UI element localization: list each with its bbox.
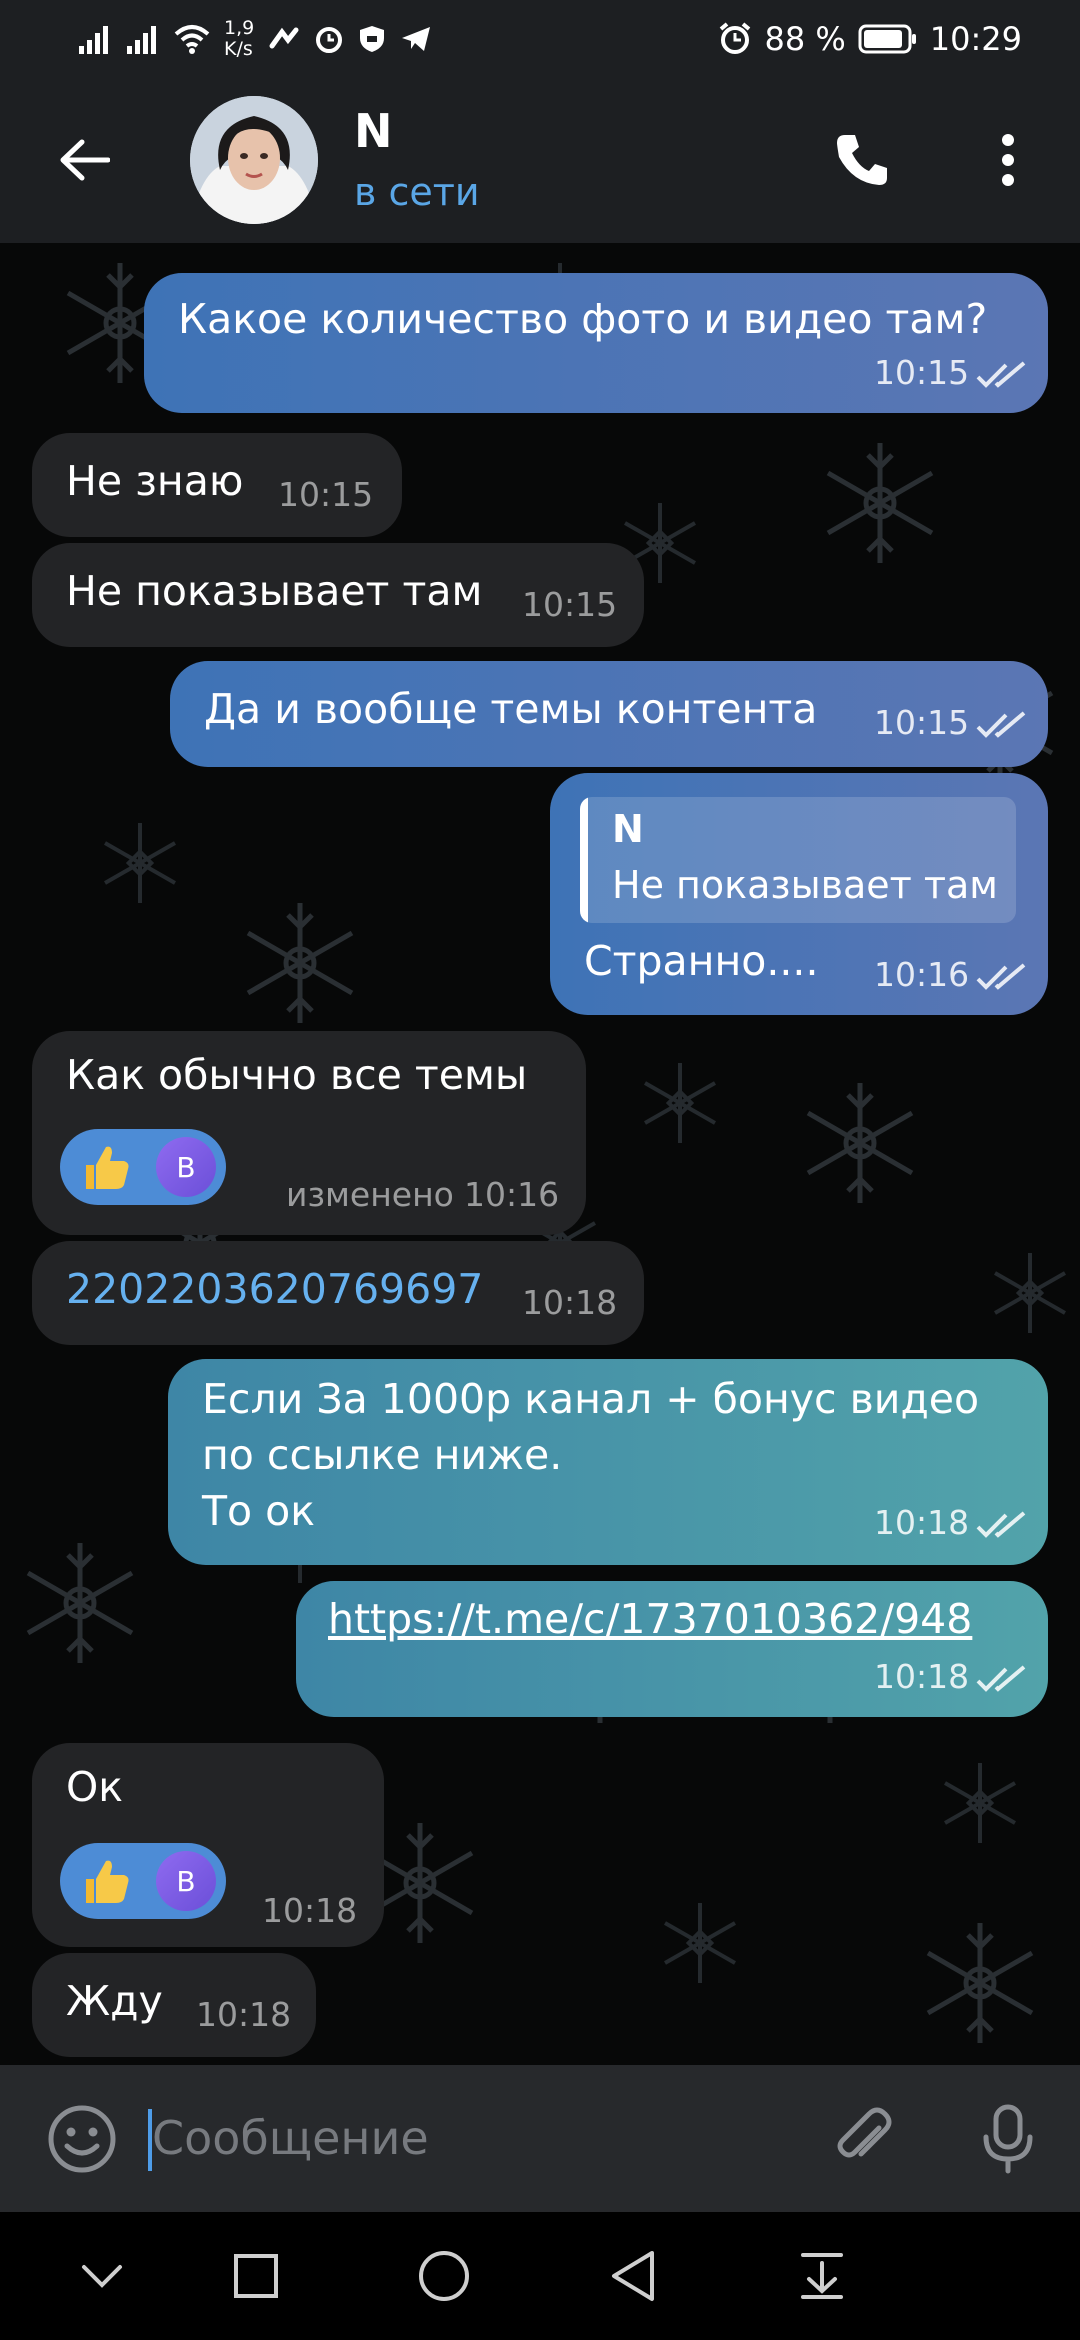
- reply-quoted-text: Не показывает там: [612, 863, 998, 907]
- message-incoming[interactable]: Жду 10:18: [32, 1953, 316, 2057]
- message-composer: [0, 2065, 1080, 2212]
- more-vertical-icon: [1002, 134, 1014, 186]
- message-edited-label: изменено: [286, 1175, 454, 1214]
- telegram-notification-icon: [402, 27, 431, 51]
- nav-notifications-button[interactable]: [786, 2240, 858, 2312]
- message-text: Жду: [66, 1977, 163, 2025]
- back-button[interactable]: [44, 120, 124, 200]
- battery-icon: [858, 24, 916, 54]
- triangle-back-icon: [612, 2251, 654, 2301]
- reaction-chip[interactable]: B: [60, 1129, 226, 1205]
- signal-icon: [79, 26, 108, 54]
- message-text: Как обычно все темы: [66, 1051, 528, 1099]
- voice-record-button[interactable]: [970, 2101, 1046, 2177]
- attach-button[interactable]: [826, 2101, 902, 2177]
- message-time: 10:16: [874, 955, 970, 994]
- pull-down-icon: [801, 2253, 843, 2299]
- message-time: 10:18: [874, 1657, 970, 1696]
- double-check-icon: [976, 963, 1026, 990]
- message-text: Не знаю: [66, 457, 244, 505]
- chat-header: N в сети: [0, 78, 1080, 243]
- reply-author: N: [612, 807, 644, 851]
- network-speed-unit: K/s: [224, 38, 253, 60]
- call-button[interactable]: [822, 120, 902, 200]
- message-incoming[interactable]: 2202203620769697 10:18: [32, 1241, 644, 1345]
- message-time: 10:18: [874, 1503, 970, 1542]
- nav-back-button[interactable]: [596, 2240, 668, 2312]
- emoji-button[interactable]: [44, 2101, 120, 2177]
- app-notification-icon: [269, 27, 299, 49]
- message-text: Не показывает там: [66, 567, 483, 615]
- message-time: 10:16: [464, 1175, 560, 1214]
- network-speed: 1,9 K/s: [224, 18, 254, 60]
- contact-online-status: в сети: [354, 170, 480, 214]
- message-url-link[interactable]: https://t.me/c/1737010362/948: [328, 1591, 972, 1648]
- message-input[interactable]: [152, 2103, 792, 2173]
- double-check-icon: [976, 711, 1026, 738]
- message-time: 10:18: [196, 1995, 292, 2034]
- message-time: 10:15: [874, 353, 970, 392]
- reply-preview[interactable]: N Не показывает там: [580, 797, 1016, 923]
- paperclip-icon: [837, 2107, 892, 2158]
- message-outgoing[interactable]: Да и вообще темы контента 10:15: [170, 661, 1048, 767]
- status-bar: 1,9 K/s 88 % 10:29: [0, 0, 1080, 78]
- message-text: Да и вообще темы контента: [204, 685, 818, 733]
- message-number-link[interactable]: 2202203620769697: [66, 1261, 483, 1318]
- message-incoming[interactable]: Не показывает там 10:15: [32, 543, 644, 647]
- shield-notification-icon: [360, 26, 385, 52]
- message-outgoing[interactable]: Какое количество фото и видео там? 10:15: [144, 273, 1048, 413]
- more-options-button[interactable]: [968, 120, 1048, 200]
- double-check-icon: [976, 1511, 1026, 1538]
- signal-icon-sim2: [127, 26, 156, 54]
- reaction-user-avatar: B: [156, 1851, 216, 1911]
- smiley-icon: [48, 2105, 116, 2173]
- network-speed-value: 1,9: [224, 17, 255, 39]
- reaction-chip[interactable]: B: [60, 1843, 226, 1919]
- battery-percent: 88 %: [764, 20, 846, 58]
- message-time: 10:18: [262, 1891, 358, 1930]
- contact-avatar[interactable]: [190, 96, 318, 224]
- alarm-icon: [720, 22, 751, 54]
- double-check-icon: [976, 361, 1026, 388]
- thumbs-up-icon: [86, 1146, 129, 1189]
- message-time: 10:15: [278, 475, 374, 514]
- message-incoming[interactable]: Ок B 10:18: [32, 1743, 384, 1947]
- circle-icon: [419, 2251, 469, 2301]
- message-time: 10:15: [522, 585, 618, 624]
- double-check-icon: [976, 1665, 1026, 1692]
- reaction-user-avatar: B: [156, 1137, 216, 1197]
- avatar-photo: [190, 96, 318, 224]
- message-incoming[interactable]: Не знаю 10:15: [32, 433, 402, 537]
- message-time: 10:15: [874, 703, 970, 742]
- contact-name[interactable]: N: [354, 104, 393, 158]
- message-text-line: Если За 1000р канал + бонус видео: [202, 1375, 980, 1423]
- nav-home-button[interactable]: [408, 2240, 480, 2312]
- message-text: Какое количество фото и видео там?: [178, 295, 988, 343]
- phone-icon: [837, 135, 887, 185]
- microphone-icon: [983, 2104, 1033, 2174]
- reply-accent-bar: [580, 797, 588, 923]
- message-incoming[interactable]: Как обычно все темы B изменено 10:16: [32, 1031, 586, 1235]
- arrow-left-icon: [60, 139, 110, 181]
- wifi-icon: [174, 25, 210, 54]
- message-outgoing-reply[interactable]: N Не показывает там Странно.... 10:16: [550, 773, 1048, 1015]
- message-outgoing[interactable]: Если За 1000р канал + бонус видео по ссы…: [168, 1359, 1048, 1565]
- message-text: Странно....: [584, 937, 819, 985]
- system-navigation-bar: [0, 2212, 1080, 2340]
- message-text-line: по ссылке ниже.: [202, 1431, 563, 1479]
- message-time: 10:18: [522, 1283, 618, 1322]
- message-text: Ок: [66, 1763, 124, 1811]
- thumbs-up-icon: [86, 1860, 129, 1903]
- message-text-line: То ок: [202, 1487, 316, 1535]
- nav-recents-button[interactable]: [220, 2240, 292, 2312]
- status-icons-left: 1,9 K/s: [78, 14, 432, 64]
- status-icons-right: 88 % 10:29: [718, 14, 1022, 64]
- clock: 10:29: [929, 20, 1022, 58]
- nav-hide-keyboard-button[interactable]: [66, 2240, 138, 2312]
- message-list[interactable]: Какое количество фото и видео там? 10:15…: [0, 243, 1080, 2065]
- chevron-down-icon: [82, 2265, 122, 2288]
- alarm-notification-icon: [316, 27, 343, 53]
- square-icon: [234, 2254, 278, 2298]
- message-outgoing[interactable]: https://t.me/c/1737010362/948 10:18: [296, 1581, 1048, 1717]
